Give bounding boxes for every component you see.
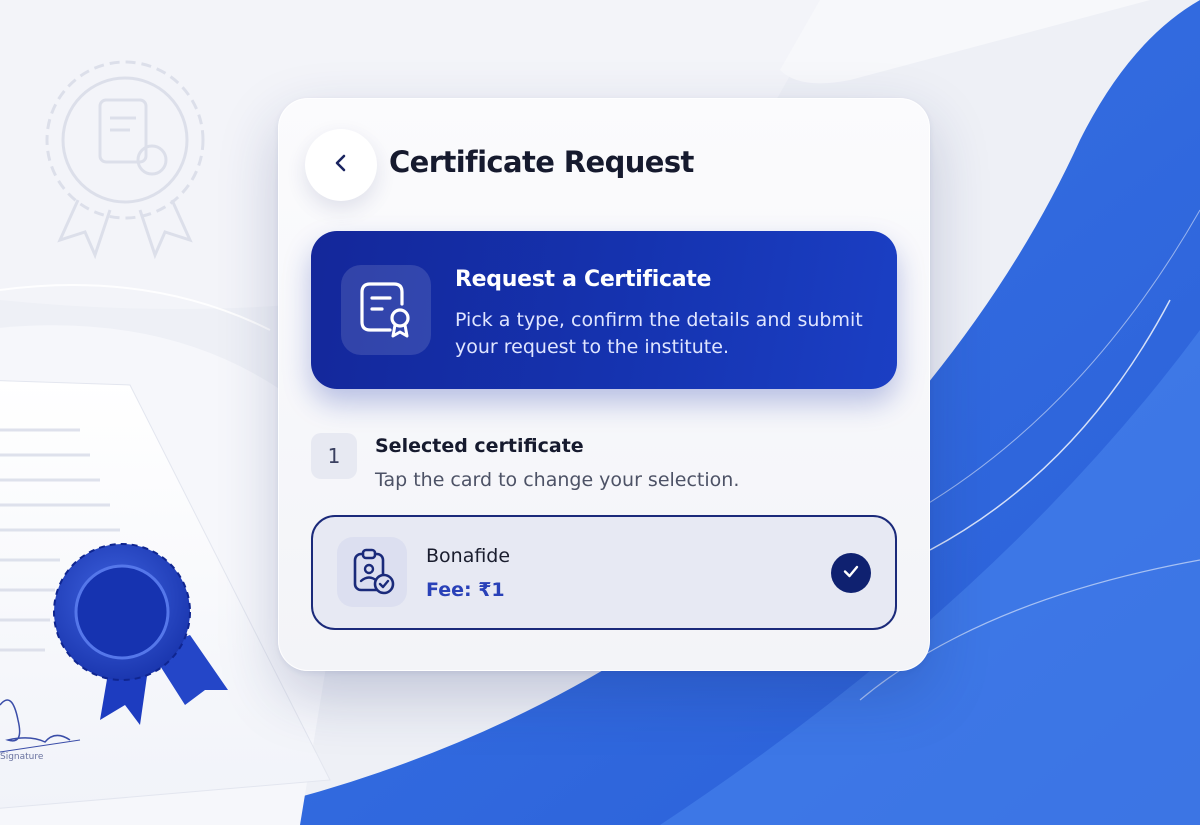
selected-certificate-card[interactable]: Bonafide Fee: ₹1 bbox=[311, 515, 897, 630]
hero-title: Request a Certificate bbox=[455, 267, 712, 292]
step-number-badge: 1 bbox=[311, 433, 357, 479]
back-button[interactable] bbox=[305, 129, 377, 201]
clipboard-user-check-icon bbox=[337, 537, 407, 607]
certificate-request-card: Certificate Request Request a Certificat… bbox=[278, 98, 930, 671]
certificate-fee: Fee: ₹1 bbox=[426, 579, 505, 601]
certificate-document-icon bbox=[341, 265, 431, 355]
checkmark-icon bbox=[841, 561, 861, 585]
hero-banner: Request a Certificate Pick a type, confi… bbox=[311, 231, 897, 389]
chevron-left-icon bbox=[330, 152, 352, 178]
step-subtitle: Tap the card to change your selection. bbox=[375, 469, 740, 491]
selected-check-badge bbox=[831, 553, 871, 593]
page-title: Certificate Request bbox=[389, 145, 694, 179]
hero-description: Pick a type, confirm the details and sub… bbox=[455, 309, 863, 358]
step-title: Selected certificate bbox=[375, 435, 584, 457]
certificate-name: Bonafide bbox=[426, 545, 511, 567]
signature-caption: Signature bbox=[0, 752, 44, 762]
